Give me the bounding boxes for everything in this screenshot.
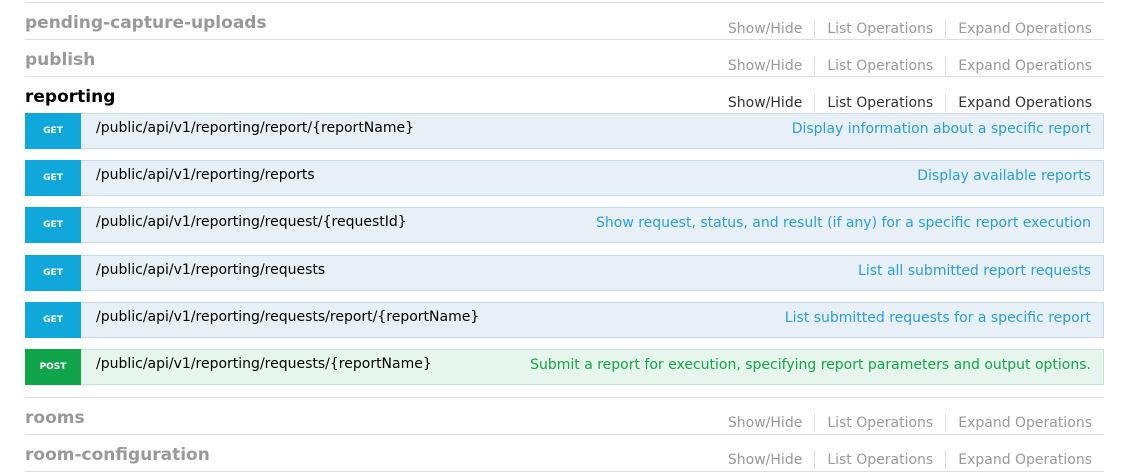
operation-path[interactable]: /public/api/v1/reporting/request/{reques… bbox=[96, 214, 407, 230]
resource-publish: publish Show/Hide List Operations Expand… bbox=[25, 40, 1104, 77]
resource-rooms: rooms Show/Hide List Operations Expand O… bbox=[25, 398, 1104, 435]
expand-operations-link[interactable]: Expand Operations bbox=[958, 21, 1092, 37]
link-separator bbox=[814, 414, 816, 432]
link-separator bbox=[814, 451, 816, 469]
http-method-badge[interactable]: GET bbox=[25, 160, 81, 196]
operation-path[interactable]: /public/api/v1/reporting/requests bbox=[96, 262, 325, 278]
operation-summary[interactable]: List submitted requests for a specific r… bbox=[785, 310, 1091, 326]
operation-post-request[interactable]: POST /public/api/v1/reporting/requests/{… bbox=[25, 349, 1104, 385]
resource-pending-capture-uploads: pending-capture-uploads Show/Hide List O… bbox=[25, 3, 1104, 40]
resource-links: Show/Hide List Operations Expand Operati… bbox=[728, 414, 1092, 432]
list-operations-link[interactable]: List Operations bbox=[827, 415, 933, 431]
http-method-badge[interactable]: GET bbox=[25, 207, 81, 243]
resource-links: Show/Hide List Operations Expand Operati… bbox=[728, 94, 1092, 112]
link-separator bbox=[814, 57, 816, 75]
operation-get-requests-by-report[interactable]: GET /public/api/v1/reporting/requests/re… bbox=[25, 302, 1104, 338]
expand-operations-link[interactable]: Expand Operations bbox=[958, 95, 1092, 111]
link-separator bbox=[814, 94, 816, 112]
operation-path[interactable]: /public/api/v1/reporting/report/{reportN… bbox=[96, 120, 414, 136]
operation-summary[interactable]: Display available reports bbox=[917, 168, 1091, 184]
list-operations-link[interactable]: List Operations bbox=[827, 58, 933, 74]
link-separator bbox=[945, 414, 947, 432]
link-separator bbox=[814, 20, 816, 38]
operation-get-report[interactable]: GET /public/api/v1/reporting/report/{rep… bbox=[25, 113, 1104, 149]
resource-title[interactable]: reporting bbox=[25, 87, 115, 107]
show-hide-link[interactable]: Show/Hide bbox=[728, 58, 802, 74]
show-hide-link[interactable]: Show/Hide bbox=[728, 95, 802, 111]
http-method-badge[interactable]: GET bbox=[25, 113, 81, 149]
list-operations-link[interactable]: List Operations bbox=[827, 21, 933, 37]
operation-path[interactable]: /public/api/v1/reporting/requests/report… bbox=[96, 309, 479, 325]
show-hide-link[interactable]: Show/Hide bbox=[728, 415, 802, 431]
resource-links: Show/Hide List Operations Expand Operati… bbox=[728, 451, 1092, 469]
operation-path[interactable]: /public/api/v1/reporting/reports bbox=[96, 167, 315, 183]
resource-title[interactable]: publish bbox=[25, 50, 95, 70]
operation-summary[interactable]: Show request, status, and result (if any… bbox=[596, 215, 1091, 231]
resource-title[interactable]: rooms bbox=[25, 408, 85, 428]
resource-links: Show/Hide List Operations Expand Operati… bbox=[728, 20, 1092, 38]
http-method-badge[interactable]: POST bbox=[25, 349, 81, 385]
show-hide-link[interactable]: Show/Hide bbox=[728, 21, 802, 37]
expand-operations-link[interactable]: Expand Operations bbox=[958, 452, 1092, 468]
operation-path[interactable]: /public/api/v1/reporting/requests/{repor… bbox=[96, 356, 432, 372]
link-separator bbox=[945, 451, 947, 469]
resource-links: Show/Hide List Operations Expand Operati… bbox=[728, 57, 1092, 75]
operation-get-requests[interactable]: GET /public/api/v1/reporting/requests Li… bbox=[25, 255, 1104, 291]
operation-summary[interactable]: Submit a report for execution, specifyin… bbox=[530, 357, 1091, 373]
list-operations-link[interactable]: List Operations bbox=[827, 452, 933, 468]
http-method-badge[interactable]: GET bbox=[25, 302, 81, 338]
list-operations-link[interactable]: List Operations bbox=[827, 95, 933, 111]
show-hide-link[interactable]: Show/Hide bbox=[728, 452, 802, 468]
resource-title[interactable]: pending-capture-uploads bbox=[25, 13, 267, 33]
operation-get-reports[interactable]: GET /public/api/v1/reporting/reports Dis… bbox=[25, 160, 1104, 196]
operation-summary[interactable]: List all submitted report requests bbox=[858, 263, 1091, 279]
http-method-badge[interactable]: GET bbox=[25, 255, 81, 291]
expand-operations-link[interactable]: Expand Operations bbox=[958, 58, 1092, 74]
operation-summary[interactable]: Display information about a specific rep… bbox=[792, 121, 1091, 137]
operation-get-request[interactable]: GET /public/api/v1/reporting/request/{re… bbox=[25, 207, 1104, 243]
link-separator bbox=[945, 20, 947, 38]
link-separator bbox=[945, 57, 947, 75]
resource-room-configuration: room-configuration Show/Hide List Operat… bbox=[25, 435, 1104, 472]
link-separator bbox=[945, 94, 947, 112]
expand-operations-link[interactable]: Expand Operations bbox=[958, 415, 1092, 431]
resource-title[interactable]: room-configuration bbox=[25, 445, 210, 465]
